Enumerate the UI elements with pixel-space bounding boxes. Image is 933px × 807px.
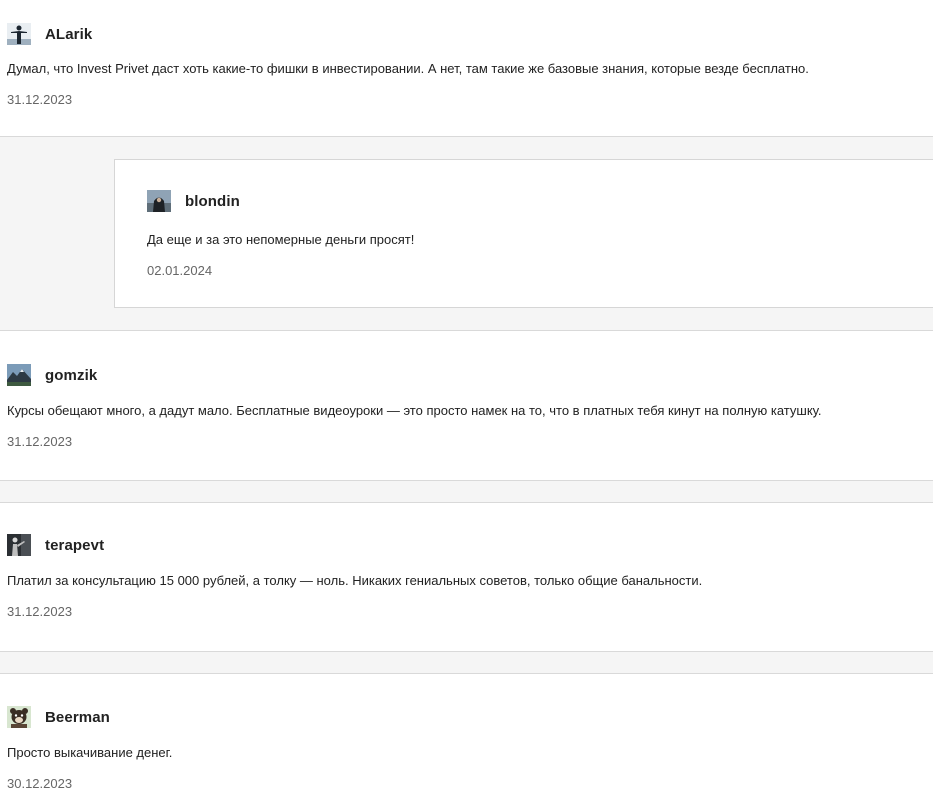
comment-date: 31.12.2023 (7, 604, 73, 619)
standing-figure-avatar-icon[interactable] (7, 23, 31, 45)
comment-date: 31.12.2023 (7, 434, 73, 449)
cartoon-bear-avatar-icon[interactable] (7, 706, 31, 728)
comment-author[interactable]: gomzik (45, 367, 97, 384)
comment-separator (0, 480, 933, 503)
comment-header: gomzik (7, 364, 97, 386)
reply-author[interactable]: blondin (185, 193, 240, 210)
comment-date: 31.12.2023 (7, 92, 73, 107)
comment-header: terapevt (7, 534, 104, 556)
hooded-figure-avatar-icon[interactable] (147, 190, 171, 212)
comment-author[interactable]: terapevt (45, 537, 104, 554)
comment-separator (0, 651, 933, 674)
reply-text: Да еще и за это непомерные деньги просят… (147, 232, 415, 247)
comment-header: ALarik (7, 23, 92, 45)
reply-header: blondin (147, 190, 240, 212)
reply-date: 02.01.2024 (147, 263, 213, 278)
comment-header: Beerman (7, 706, 110, 728)
comment-text: Просто выкачивание денег. (7, 745, 173, 760)
comment-author[interactable]: ALarik (45, 26, 92, 43)
mountain-landscape-avatar-icon[interactable] (7, 364, 31, 386)
comment-date: 30.12.2023 (7, 776, 73, 791)
comment-text: Думал, что Invest Privet даст хоть какие… (7, 61, 809, 76)
reply-card: blondin Да еще и за это непомерные деньг… (114, 159, 933, 308)
comment-text: Курсы обещают много, а дадут мало. Беспл… (7, 403, 822, 418)
comment-author[interactable]: Beerman (45, 709, 110, 726)
dark-figure-avatar-icon[interactable] (7, 534, 31, 556)
comment-text: Платил за консультацию 15 000 рублей, а … (7, 573, 703, 588)
